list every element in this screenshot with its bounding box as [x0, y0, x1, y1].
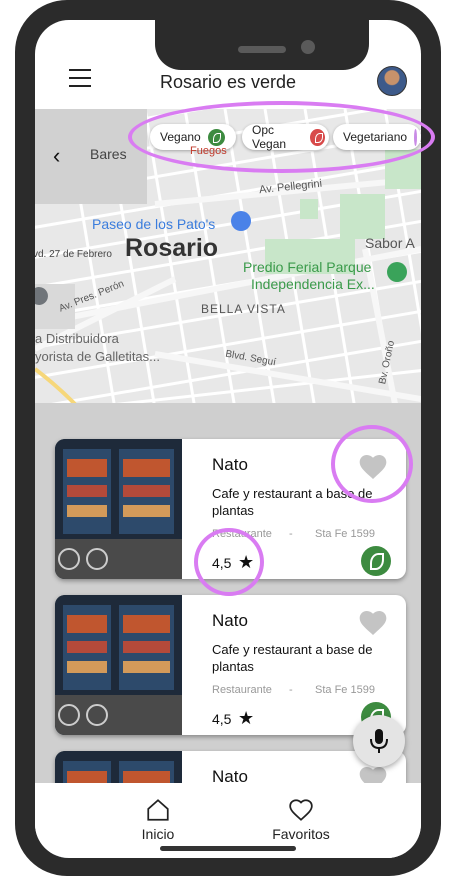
restaurant-photo [55, 439, 182, 579]
map-label-predio: Predio Ferial Parque [243, 259, 372, 275]
map-label-febrero: vd. 27 de Febrero [35, 249, 112, 260]
restaurant-photo [55, 595, 182, 735]
map-view[interactable]: ‹ Bares Vegano Opc Vegan Vegetariano Fue… [35, 109, 421, 404]
leaf-icon [207, 128, 225, 146]
restaurant-card[interactable]: Nato Cafe y restaurant a base de plantas… [55, 439, 406, 579]
separator: - [289, 684, 293, 696]
app-screen: Rosario es verde ‹ Bares Vegano Opc Vega… [35, 20, 421, 858]
filter-chip-label: Opc Vegan [252, 123, 287, 151]
phone-notch [155, 20, 369, 70]
restaurant-rating: 4,5 [212, 711, 232, 727]
map-label-city: Rosario [125, 234, 219, 262]
back-chevron-icon[interactable]: ‹ [53, 143, 60, 169]
restaurant-name: Nato [212, 455, 248, 474]
home-icon [147, 799, 169, 821]
map-label-bella-vista: BELLA VISTA [201, 302, 286, 316]
star-icon: ★ [238, 708, 255, 728]
star-icon: ★ [238, 552, 255, 572]
app-title: Rosario es verde [159, 72, 297, 92]
restaurant-address: Sta Fe 1599 [315, 684, 375, 696]
restaurant-address: Sta Fe 1599 [315, 528, 375, 540]
map-label-paseo: Paseo de los Pato's [92, 216, 216, 232]
avatar[interactable] [377, 66, 407, 96]
filter-chip-vegetariano[interactable]: Vegetariano [333, 124, 421, 150]
camera-dot [301, 40, 315, 54]
restaurant-description: Cafe y restaurant a base de plantas [212, 642, 373, 674]
filter-chip-label: Vegetariano [343, 130, 408, 144]
voice-search-button[interactable] [353, 715, 405, 767]
nav-item-home[interactable]: Inicio [130, 797, 186, 842]
category-panel: ‹ Bares [35, 109, 147, 204]
restaurant-card[interactable]: Nato Cafe y restaurant a base de plantas… [55, 595, 406, 735]
map-label-fuegos: Fuegos [190, 145, 227, 157]
category-label: Bares [90, 146, 127, 162]
heart-leaf-icon [310, 128, 325, 146]
heart-favorite-icon[interactable] [357, 451, 389, 483]
heart-favorite-icon[interactable] [357, 607, 389, 639]
restaurant-type: Restaurante [212, 684, 272, 696]
speaker-grille [238, 46, 286, 53]
filter-chip-opc-vegan[interactable]: Opc Vegan [242, 123, 329, 151]
nav-item-favorites[interactable]: Favoritos [265, 797, 337, 842]
heart-icon [289, 799, 313, 821]
microphone-icon [370, 729, 388, 753]
restaurant-type: Restaurante [212, 528, 272, 540]
separator: - [289, 528, 293, 540]
vegan-leaf-icon [361, 546, 391, 576]
home-indicator [160, 846, 296, 851]
map-label-distribuidora: a Distribuidora [35, 331, 119, 346]
map-label-independencia: Independencia Ex... [251, 276, 375, 292]
map-label-galletitas: yorista de Galletitas... [35, 349, 160, 364]
restaurant-name: Nato [212, 611, 248, 630]
leaf-icon [414, 128, 421, 146]
restaurant-description: Cafe y restaurant a base de plantas [212, 486, 373, 518]
nav-favorites-label: Favoritos [272, 826, 330, 842]
map-label-sabor: Sabor A [365, 235, 415, 251]
nav-home-label: Inicio [141, 826, 175, 842]
filter-chip-label: Vegano [160, 130, 201, 144]
restaurant-rating: 4,5 [212, 555, 232, 571]
